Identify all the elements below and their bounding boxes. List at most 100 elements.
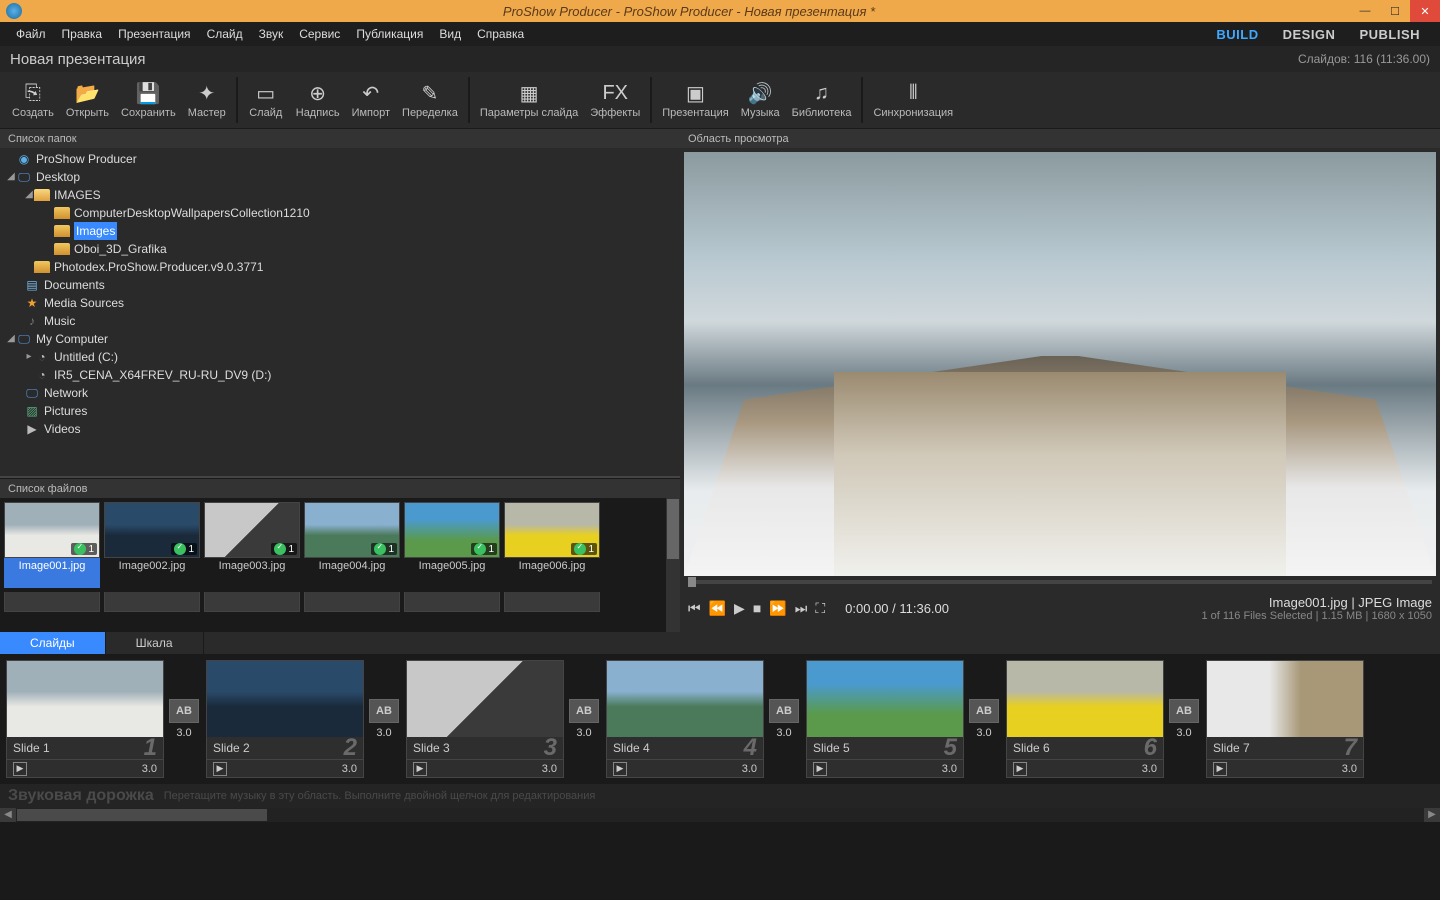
mode-publish[interactable]: PUBLISH xyxy=(1347,27,1432,42)
toolbar-сохранить[interactable]: 💾Сохранить xyxy=(115,77,182,123)
tree-item[interactable]: ComputerDesktopWallpapersCollection1210 xyxy=(0,204,680,222)
stop-button[interactable]: ■ xyxy=(753,600,761,616)
forward-button[interactable]: ⏩ xyxy=(769,600,786,617)
tree-item[interactable]: ★Media Sources xyxy=(0,294,680,312)
skip-end-button[interactable]: ⏭ xyxy=(795,600,808,617)
file-thumbnail[interactable]: 1Image006.jpg xyxy=(504,502,600,588)
slide-play-icon[interactable]: ▶ xyxy=(213,762,227,776)
slide-card[interactable]: Slide 77▶3.0 xyxy=(1206,660,1364,778)
menu-слайд[interactable]: Слайд xyxy=(199,22,251,46)
toolbar-презентация[interactable]: ▣Презентация xyxy=(656,77,734,123)
slide-card[interactable]: Slide 33▶3.0 xyxy=(406,660,564,778)
slide-card[interactable]: Slide 55▶3.0 xyxy=(806,660,964,778)
fullscreen-button[interactable]: ⛶ xyxy=(815,600,825,617)
menu-презентация[interactable]: Презентация xyxy=(110,22,199,46)
slide-duration[interactable]: 3.0 xyxy=(142,763,157,775)
tree-item[interactable]: ◢🖵My Computer xyxy=(0,330,680,348)
file-thumbnail[interactable]: 1Image005.jpg xyxy=(404,502,500,588)
menu-справка[interactable]: Справка xyxy=(469,22,532,46)
toolbar-слайд[interactable]: ▭Слайд xyxy=(242,77,290,123)
tree-item[interactable]: Oboi_3D_Grafika xyxy=(0,240,680,258)
slide-card[interactable]: Slide 66▶3.0 xyxy=(1006,660,1164,778)
audio-track[interactable]: Звуковая дорожка Перетащите музыку в эту… xyxy=(0,784,1440,808)
menu-правка[interactable]: Правка xyxy=(54,22,111,46)
toolbar-создать[interactable]: ⎘Создать xyxy=(6,77,60,123)
slide-play-icon[interactable]: ▶ xyxy=(613,762,627,776)
files-scrollbar[interactable] xyxy=(666,498,680,632)
slide-play-icon[interactable]: ▶ xyxy=(13,762,27,776)
toolbar-надпись[interactable]: ⊕Надпись xyxy=(290,77,346,123)
file-thumbnail[interactable]: 1Image002.jpg xyxy=(104,502,200,588)
transition-duration[interactable]: 3.0 xyxy=(376,727,391,739)
slide-play-icon[interactable]: ▶ xyxy=(413,762,427,776)
tab-slides[interactable]: Слайды xyxy=(0,632,106,654)
tree-item[interactable]: Photodex.ProShow.Producer.v9.0.3771 xyxy=(0,258,680,276)
play-button[interactable]: ▶ xyxy=(734,600,745,617)
tree-item[interactable]: ▤Documents xyxy=(0,276,680,294)
tree-item[interactable]: ◉ProShow Producer xyxy=(0,150,680,168)
menu-звук[interactable]: Звук xyxy=(251,22,292,46)
playback-scrubber[interactable] xyxy=(688,580,1432,584)
slide-play-icon[interactable]: ▶ xyxy=(1213,762,1227,776)
transition[interactable]: AB3.0 xyxy=(368,660,400,778)
tree-item[interactable]: ◢IMAGES xyxy=(0,186,680,204)
toolbar-библиотека[interactable]: ♫Библиотека xyxy=(786,77,858,123)
tree-item[interactable]: Images xyxy=(0,222,680,240)
toolbar-открыть[interactable]: 📂Открыть xyxy=(60,77,115,123)
toolbar-параметры-слайда[interactable]: ▦Параметры слайда xyxy=(474,77,584,123)
transition-duration[interactable]: 3.0 xyxy=(976,727,991,739)
file-thumbnail[interactable] xyxy=(304,592,400,628)
file-thumbnail[interactable]: 1Image003.jpg xyxy=(204,502,300,588)
transition-duration[interactable]: 3.0 xyxy=(176,727,191,739)
scroll-right-button[interactable]: ▶ xyxy=(1424,808,1440,822)
slide-duration[interactable]: 3.0 xyxy=(542,763,557,775)
slide-duration[interactable]: 3.0 xyxy=(942,763,957,775)
close-button[interactable]: ✕ xyxy=(1410,0,1440,22)
tree-item[interactable]: ▶Videos xyxy=(0,420,680,438)
folder-tree[interactable]: ◉ProShow Producer◢🖵Desktop◢IMAGESCompute… xyxy=(0,148,680,478)
skip-start-button[interactable]: ⏮ xyxy=(688,600,701,617)
tree-item[interactable]: 🖵Network xyxy=(0,384,680,402)
slide-duration[interactable]: 3.0 xyxy=(342,763,357,775)
transition-duration[interactable]: 3.0 xyxy=(576,727,591,739)
menu-сервис[interactable]: Сервис xyxy=(291,22,348,46)
tree-item[interactable]: ▨Pictures xyxy=(0,402,680,420)
transition[interactable]: AB3.0 xyxy=(1168,660,1200,778)
file-thumbnail[interactable] xyxy=(404,592,500,628)
scroll-left-button[interactable]: ◀ xyxy=(0,808,16,822)
slide-card[interactable]: Slide 44▶3.0 xyxy=(606,660,764,778)
file-thumbnail[interactable]: 1Image004.jpg xyxy=(304,502,400,588)
transition[interactable]: AB3.0 xyxy=(168,660,200,778)
slide-duration[interactable]: 3.0 xyxy=(1342,763,1357,775)
toolbar-импорт[interactable]: ↶Импорт xyxy=(346,77,396,123)
slide-card[interactable]: Slide 11▶3.0 xyxy=(6,660,164,778)
mode-build[interactable]: BUILD xyxy=(1204,27,1270,42)
transition-duration[interactable]: 3.0 xyxy=(776,727,791,739)
toolbar-музыка[interactable]: 🔊Музыка xyxy=(735,77,786,123)
minimize-button[interactable]: — xyxy=(1350,0,1380,22)
slide-duration[interactable]: 3.0 xyxy=(742,763,757,775)
transition[interactable]: AB3.0 xyxy=(568,660,600,778)
timeline-body[interactable]: Slide 11▶3.0AB3.0Slide 22▶3.0AB3.0Slide … xyxy=(0,654,1440,784)
menu-файл[interactable]: Файл xyxy=(8,22,54,46)
file-thumbnail[interactable]: 1Image001.jpg xyxy=(4,502,100,588)
toolbar-мастер[interactable]: ✦Мастер xyxy=(182,77,232,123)
tree-item[interactable]: ◢🖵Desktop xyxy=(0,168,680,186)
slide-duration[interactable]: 3.0 xyxy=(1142,763,1157,775)
toolbar-переделка[interactable]: ✎Переделка xyxy=(396,77,464,123)
transition-duration[interactable]: 3.0 xyxy=(1176,727,1191,739)
toolbar-эффекты[interactable]: FXЭффекты xyxy=(584,77,646,123)
toolbar-синхронизация[interactable]: ⫴Синхронизация xyxy=(867,77,959,123)
file-thumbnail[interactable] xyxy=(504,592,600,628)
rewind-button[interactable]: ⏪ xyxy=(709,600,726,617)
maximize-button[interactable]: ☐ xyxy=(1380,0,1410,22)
tree-item[interactable]: ♪Music xyxy=(0,312,680,330)
slide-play-icon[interactable]: ▶ xyxy=(1013,762,1027,776)
tree-item[interactable]: ◔IR5_CENA_X64FREV_RU-RU_DV9 (D:) xyxy=(0,366,680,384)
tree-item[interactable]: ▸◔Untitled (C:) xyxy=(0,348,680,366)
slide-play-icon[interactable]: ▶ xyxy=(813,762,827,776)
file-thumbnail[interactable] xyxy=(204,592,300,628)
tab-scale[interactable]: Шкала xyxy=(106,632,204,654)
timeline-scrollbar[interactable]: ◀ ▶ xyxy=(0,808,1440,822)
menu-вид[interactable]: Вид xyxy=(431,22,469,46)
